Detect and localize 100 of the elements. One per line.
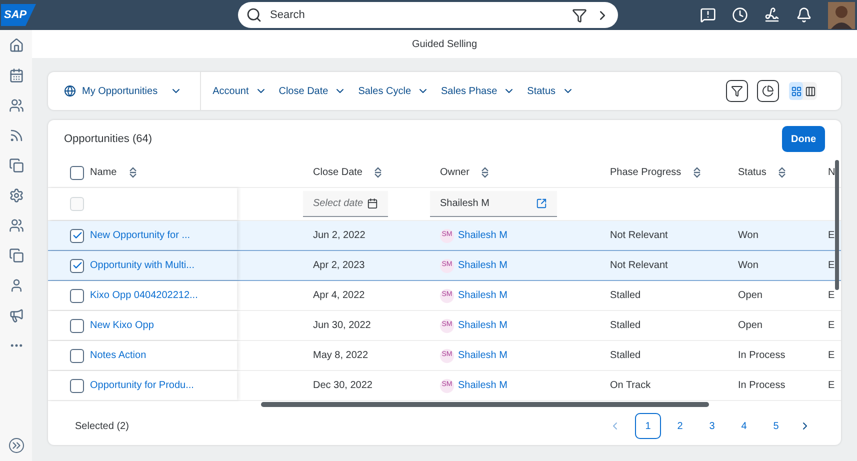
table-cell: In Process (738, 380, 786, 391)
checkbox[interactable] (70, 288, 84, 302)
table-cell: Open (738, 290, 762, 301)
table-cell: Won (738, 230, 758, 241)
logo[interactable]: SAP (1, 4, 36, 26)
table-cell: E (828, 290, 835, 301)
owner-filter-field[interactable]: Shailesh M (430, 191, 557, 217)
table-cell: Won (738, 260, 758, 271)
check-icon (72, 260, 82, 271)
owner-link[interactable]: Shailesh M (458, 288, 508, 303)
settings-icon[interactable] (8, 188, 24, 203)
search-field[interactable]: Search (238, 2, 618, 28)
vertical-scrollbar[interactable] (835, 160, 839, 290)
filter-icon (572, 8, 587, 22)
opportunity-link[interactable]: New Kixo Opp (90, 318, 154, 333)
pie-chart-icon (762, 85, 774, 97)
filter-dropdown[interactable]: Account (212, 84, 267, 98)
page-button[interactable]: 5 (763, 413, 789, 439)
date-placeholder: Select date (313, 197, 364, 211)
sort-icon[interactable] (374, 167, 382, 178)
table-cell: In Process (738, 350, 786, 361)
table-cell: May 8, 2022 (313, 350, 368, 361)
table-cell: Stalled (610, 290, 641, 301)
horizontal-scrollbar[interactable] (261, 402, 709, 406)
table-cell: E (828, 350, 835, 361)
column-header[interactable]: Name (90, 165, 117, 180)
filter-dropdown[interactable]: Sales Phase (441, 84, 516, 98)
megaphone-icon[interactable] (8, 308, 24, 323)
table-cell: Jun 30, 2022 (313, 320, 371, 331)
table-cell: E (828, 230, 835, 241)
checkbox[interactable] (70, 378, 84, 392)
copy-icon[interactable] (8, 158, 24, 173)
filter-dropdown[interactable]: Status (527, 84, 574, 98)
table-cell: Not Relevant (610, 230, 668, 241)
calendar-icon (367, 198, 378, 209)
home-icon[interactable] (8, 38, 24, 53)
sort-icon[interactable] (481, 167, 490, 178)
table-cell: Not Relevant (610, 260, 668, 271)
sort-icon[interactable] (693, 167, 702, 178)
table-title: Opportunities (64) (64, 132, 152, 147)
page-button[interactable]: 4 (731, 413, 757, 439)
checkbox[interactable] (70, 166, 84, 180)
copy-icon[interactable] (8, 248, 24, 263)
table-cell: Open (738, 320, 762, 331)
checkbox[interactable] (70, 258, 84, 272)
people-icon[interactable] (8, 218, 24, 233)
people-icon[interactable] (8, 98, 24, 113)
table-cell: Apr 4, 2022 (313, 290, 365, 301)
table-cell: Apr 2, 2023 (313, 260, 365, 271)
table-cell: E (828, 380, 835, 391)
view-selector[interactable]: My Opportunities (64, 72, 201, 110)
table-view-toggle[interactable] (789, 82, 803, 100)
table-cell: Jun 2, 2022 (313, 230, 366, 241)
column-header[interactable]: Close Date (313, 165, 362, 180)
globe-icon (64, 85, 76, 97)
opportunity-link[interactable]: Kixo Opp 0404202212... (90, 288, 198, 303)
owner-link[interactable]: Shailesh M (458, 318, 508, 333)
page-button[interactable]: 2 (667, 413, 693, 439)
date-filter-field[interactable]: Select date (303, 191, 388, 217)
filter-button[interactable] (726, 80, 748, 102)
column-header[interactable]: Status (738, 165, 766, 180)
page-button[interactable]: 3 (699, 413, 725, 439)
expand-icon[interactable] (8, 438, 24, 453)
feed-icon[interactable] (8, 128, 24, 143)
opportunity-link[interactable]: New Opportunity for ... (90, 228, 190, 243)
opportunity-link[interactable]: Opportunity for Produ... (90, 378, 194, 393)
checkbox[interactable] (70, 348, 84, 362)
owner-link[interactable]: Shailesh M (458, 258, 508, 273)
chart-button[interactable] (757, 80, 779, 102)
page-title: Guided Selling (412, 38, 478, 52)
notification-icon[interactable] (796, 7, 812, 23)
grid-icon (790, 86, 802, 96)
sort-icon[interactable] (778, 167, 786, 178)
opportunity-link[interactable]: Opportunity with Multi... (90, 258, 194, 273)
owner-filter-value: Shailesh M (440, 197, 490, 211)
column-header[interactable]: Owner (440, 165, 470, 180)
filter-dropdown[interactable]: Close Date (278, 84, 346, 98)
sort-icon[interactable] (128, 167, 137, 178)
clock-icon[interactable] (732, 7, 748, 23)
columns-icon (804, 86, 816, 96)
owner-link[interactable]: Shailesh M (458, 228, 508, 243)
calendar-icon[interactable] (8, 68, 24, 83)
checkbox[interactable] (70, 228, 84, 242)
signature-icon[interactable] (764, 7, 780, 23)
column-header[interactable]: Phase Progress (610, 165, 682, 180)
page-button[interactable]: 1 (635, 413, 661, 439)
check-icon (72, 230, 82, 241)
owner-link[interactable]: Shailesh M (458, 348, 508, 363)
value-help-icon (536, 198, 547, 209)
opportunity-link[interactable]: Notes Action (90, 348, 146, 363)
done-button[interactable]: Done (782, 126, 825, 152)
person-icon[interactable] (8, 278, 24, 293)
avatar[interactable] (828, 2, 855, 28)
owner-link[interactable]: Shailesh M (458, 378, 508, 393)
column-header[interactable]: N (828, 165, 836, 180)
filter-dropdown[interactable]: Sales Cycle (358, 84, 430, 98)
feedback-icon[interactable] (700, 7, 716, 23)
table-cell: Stalled (610, 350, 641, 361)
checkbox[interactable] (70, 318, 84, 332)
filter-icon (731, 85, 743, 97)
